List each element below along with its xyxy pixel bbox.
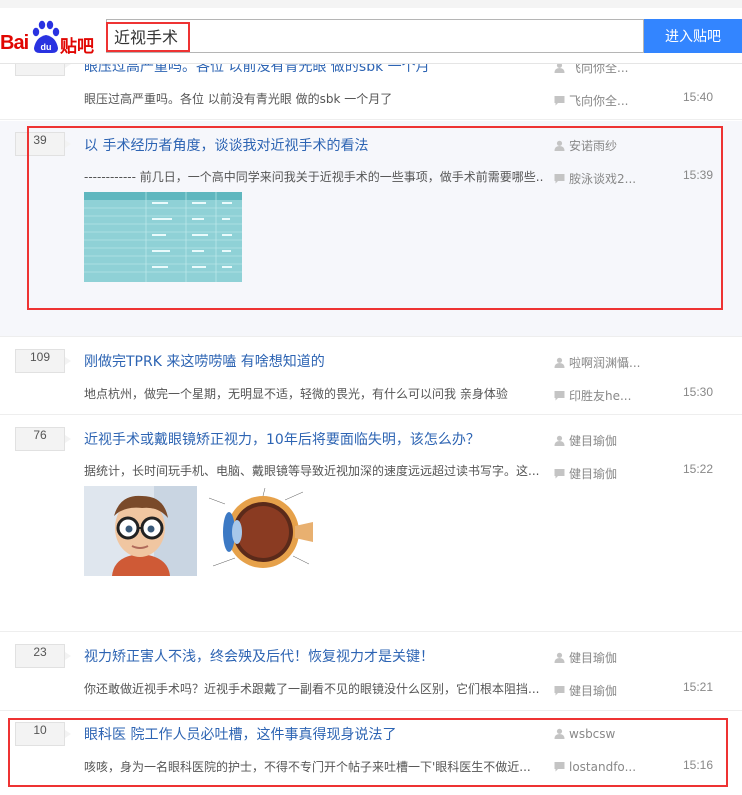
reply-count: 10 (15, 722, 71, 746)
last-replier-name: 健目瑜伽 (569, 684, 618, 698)
search-input[interactable] (111, 23, 411, 49)
thread-excerpt: 咳咳，身为一名眼科医院的护士，不得不专门开个帖子来吐槽一下'眼科医生不做近... (84, 760, 531, 774)
thread-title[interactable]: 视力矫正害人不浅，终会殃及后代！恢复视力才是关键！ (84, 646, 534, 666)
thread-excerpt: 你还敢做近视手术吗？近视手术跟戴了一副看不见的眼镜没什么区别，它们根本阻挡... (84, 682, 540, 696)
paw-icon: du (32, 20, 60, 53)
thread-title[interactable]: 以 手术经历者角度，谈谈我对近视手术的看法 (84, 135, 534, 155)
author-name: wsbcsw (569, 727, 616, 741)
user-icon (554, 357, 565, 368)
last-replier-name: 健目瑜伽 (569, 467, 618, 481)
last-reply-time: 15:22 (683, 462, 714, 476)
last-reply-time: 15:39 (683, 168, 714, 182)
thread-row: 23 视力矫正害人不浅，终会殃及后代！恢复视力才是关键！ 健目瑜伽 你还敢做近视… (0, 633, 742, 711)
thread-author[interactable]: 健目瑜伽 (554, 649, 644, 666)
last-replier[interactable]: 健目瑜伽 (554, 465, 654, 482)
reply-bubble-icon (554, 762, 565, 772)
thread-excerpt: 眼压过高严重吗。各位 以前没有青光眼 做的sbk 一个月了 (84, 92, 393, 106)
reply-count: 23 (15, 644, 71, 668)
last-reply-time: 15:40 (683, 90, 714, 104)
search-box (106, 19, 644, 53)
last-replier[interactable]: 飞向你全... (554, 92, 654, 109)
top-strip (0, 0, 742, 8)
last-replier-name: 印胜友he... (569, 389, 632, 403)
thread-row: 39 以 手术经历者角度，谈谈我对近视手术的看法 安诺雨纱 ----------… (0, 121, 742, 337)
thread-row: 76 近视手术或戴眼镜矫正视力，10年后将要面临失明，该怎么办？ 健目瑜伽 据统… (0, 416, 742, 632)
thread-title[interactable]: 近视手术或戴眼镜矫正视力，10年后将要面临失明，该怎么办？ (84, 429, 534, 449)
last-replier-name: lostandfo... (569, 760, 637, 774)
thread-author[interactable]: 健目瑜伽 (554, 432, 644, 449)
reply-bubble-icon (554, 96, 565, 106)
thread-excerpt: 地点杭州，做完一个星期，无明显不适，轻微的畏光，有什么可以问我 亲身体验 (84, 387, 508, 401)
thread-title[interactable]: 刚做完TPRK 来这唠唠嗑 有啥想知道的 (84, 351, 534, 371)
last-replier[interactable]: 胺泳谈戏2... (554, 170, 654, 187)
thread-row: 1 眼压过高严重吗。各位 以前没有青光眼 做的sbk 一个月 飞向你全... 眼… (0, 52, 742, 120)
top-header: Bai du 贴吧 进入贴吧 (0, 0, 742, 64)
boy-glasses-photo[interactable] (84, 486, 197, 576)
reply-bubble-icon (554, 686, 565, 696)
reply-count: 76 (15, 427, 71, 451)
thread-excerpt: 据统计，长时间玩手机、电脑、戴眼镜等导致近视加深的速度远远超过读书写字。这... (84, 464, 540, 478)
reply-bubble-icon (554, 469, 565, 479)
user-icon (554, 435, 565, 446)
reply-bubble-icon (554, 391, 565, 401)
last-replier[interactable]: 健目瑜伽 (554, 682, 654, 699)
last-reply-time: 15:21 (683, 680, 714, 694)
thread-title[interactable]: 眼科医 院工作人员必吐槽，这件事真得现身说法了 (84, 724, 534, 744)
user-icon (554, 652, 565, 663)
user-icon (554, 140, 565, 151)
last-reply-time: 15:16 (683, 758, 714, 772)
enter-tieba-button[interactable]: 进入贴吧 (644, 19, 742, 53)
thread-author[interactable]: 安诺雨纱 (554, 137, 644, 154)
table-thumbnail[interactable] (84, 192, 242, 282)
eye-anatomy-diagram[interactable] (205, 486, 318, 576)
author-name: 安诺雨纱 (569, 139, 618, 153)
reply-count: 109 (15, 349, 71, 373)
last-replier[interactable]: lostandfo... (554, 760, 654, 774)
baidu-tieba-logo[interactable]: Bai du 贴吧 (0, 18, 100, 58)
logo-bai-text: Bai (0, 32, 29, 54)
thread-author[interactable]: 啦啊润渊懾... (554, 354, 644, 371)
thread-excerpt: ------------ 前几日，一个高中同学来问我关于近视手术的一些事项，做手… (84, 170, 544, 184)
last-reply-time: 15:30 (683, 385, 714, 399)
author-name: 健目瑜伽 (569, 434, 618, 448)
user-icon (554, 728, 565, 739)
thread-row: 10 眼科医 院工作人员必吐槽，这件事真得现身说法了 wsbcsw 咳咳，身为一… (0, 712, 742, 795)
author-name: 健目瑜伽 (569, 651, 618, 665)
reply-count: 39 (15, 132, 71, 156)
thread-row: 109 刚做完TPRK 来这唠唠嗑 有啥想知道的 啦啊润渊懾... 地点杭州，做… (0, 338, 742, 415)
reply-bubble-icon (554, 174, 565, 184)
logo-du-text: du (41, 42, 52, 52)
last-replier-name: 飞向你全... (569, 94, 629, 108)
logo-tieba-text: 贴吧 (60, 37, 94, 57)
last-replier-name: 胺泳谈戏2... (569, 172, 637, 186)
author-name: 啦啊润渊懾... (569, 356, 641, 370)
last-replier[interactable]: 印胜友he... (554, 387, 654, 404)
thread-author[interactable]: wsbcsw (554, 727, 644, 741)
